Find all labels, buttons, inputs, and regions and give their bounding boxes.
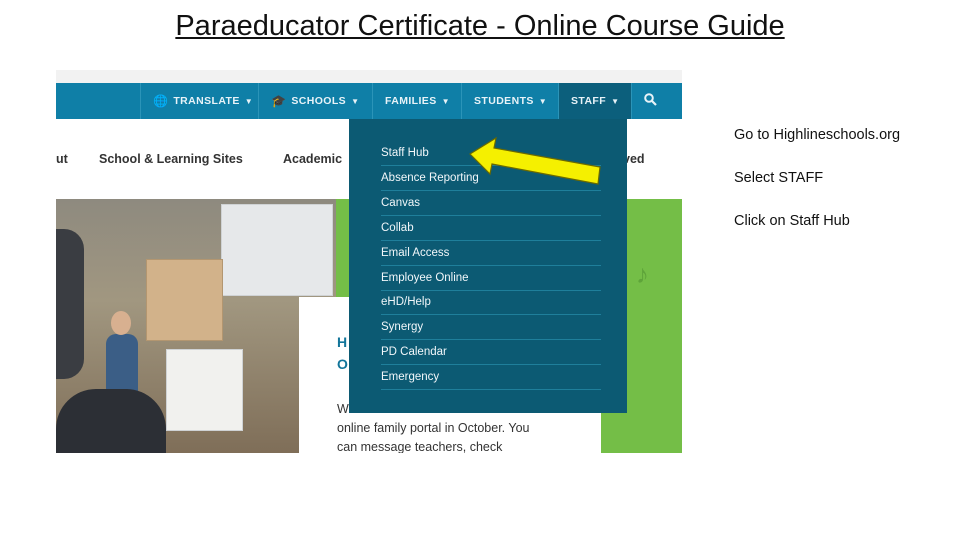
subnav-item-school-learning-sites[interactable]: School & Learning Sites [99,152,243,166]
menu-item-employee-online[interactable]: Employee Online [381,266,601,291]
yellow-arrow-icon [469,136,601,185]
menu-item-email-access[interactable]: Email Access [381,241,601,266]
chevron-down-icon: ▼ [244,96,254,106]
website-screenshot: 🌐 TRANSLATE ▼ 🎓 SCHOOLS ▼ FAMILIES ▼ STU… [56,70,682,453]
card-heading-line2: O [337,356,348,372]
card-body-line3: can message teachers, check [337,440,503,453]
menu-item-emergency[interactable]: Emergency [381,365,601,390]
nav-translate[interactable]: 🌐 TRANSLATE ▼ [140,83,258,119]
globe-icon: 🌐 [153,94,169,108]
menu-item-pd-calendar[interactable]: PD Calendar [381,340,601,365]
nav-schools-label: SCHOOLS [291,95,347,107]
nav-translate-label: TRANSLATE [173,95,240,107]
card-body-line2: online family portal in October. You [337,421,530,435]
chevron-down-icon: ▼ [538,96,548,106]
slide-title: Paraeducator Certificate - Online Course… [175,10,785,42]
menu-item-collab[interactable]: Collab [381,216,601,241]
music-note-icon: ♪ [636,259,649,289]
menu-item-ehd-help[interactable]: eHD/Help [381,290,601,315]
nav-staff[interactable]: STAFF ▼ [558,83,631,119]
nav-schools[interactable]: 🎓 SCHOOLS ▼ [258,83,371,119]
nav-students-label: STUDENTS [474,95,534,107]
subnav-item-academic[interactable]: Academic [283,152,342,166]
search-button[interactable] [631,83,682,119]
subnav-item-about[interactable]: ut [56,152,68,166]
menu-item-synergy[interactable]: Synergy [381,315,601,340]
search-icon [644,93,657,109]
nav-families[interactable]: FAMILIES ▼ [372,83,473,119]
main-navbar: 🌐 TRANSLATE ▼ 🎓 SCHOOLS ▼ FAMILIES ▼ STU… [56,83,682,119]
chevron-down-icon: ▼ [611,96,620,106]
menu-item-canvas[interactable]: Canvas [381,191,601,216]
nav-staff-label: STAFF [571,95,607,107]
nav-students[interactable]: STUDENTS ▼ [461,83,562,119]
chevron-down-icon: ▼ [351,96,360,106]
graduation-cap-icon: 🎓 [271,94,287,108]
card-heading: H O [337,331,348,375]
instruction-step-3: Click on Staff Hub [734,213,850,229]
card-heading-line1: H [337,334,348,350]
browser-top-strip [56,70,682,83]
chevron-down-icon: ▼ [441,96,450,106]
instruction-step-1: Go to Highlineschools.org [734,127,901,143]
instruction-step-2: Select STAFF [734,170,824,186]
nav-families-label: FAMILIES [385,95,437,107]
